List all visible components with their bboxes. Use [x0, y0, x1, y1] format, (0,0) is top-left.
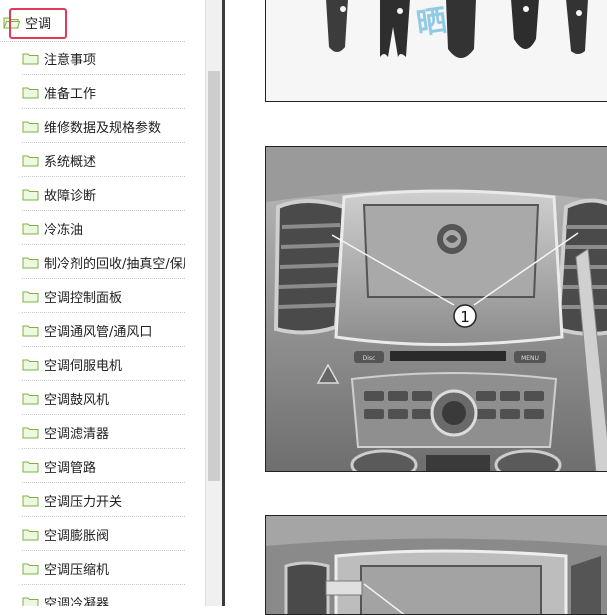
tree-item-label: 空调鼓风机: [44, 392, 110, 408]
folder-icon: [22, 256, 44, 269]
folder-icon: [22, 358, 44, 371]
tree-item-label: 空调滤清器: [44, 426, 110, 442]
folder-icon: [22, 324, 44, 337]
tree-item-label: 空调冷凝器: [44, 596, 110, 607]
folder-icon: [22, 494, 44, 507]
tree-item[interactable]: 冷冻油: [22, 211, 185, 245]
folder-icon: [22, 426, 44, 439]
folder-icon: [22, 528, 44, 541]
scrollbar-thumb[interactable]: [208, 71, 220, 481]
folder-icon: [22, 222, 44, 235]
tree-item-label: 空调膨胀阀: [44, 528, 110, 544]
tree-item[interactable]: 空调控制面板: [22, 279, 185, 313]
tree-item-label: 故障诊断: [44, 188, 97, 204]
tree-panel: 空调 注意事项 准备工作 维修数据及规格参数 系统概述 故障诊断 冷冻油 制冷剂的回收/抽真…: [0, 0, 205, 606]
folder-icon: [22, 120, 44, 133]
head-unit-illustration: 1 Disc MENU: [266, 147, 607, 471]
tree-item-label: 系统概述: [44, 154, 97, 170]
tree-item[interactable]: 空调通风管/通风口: [22, 313, 185, 347]
tree-item[interactable]: 制冷剂的回收/抽真空/保压/充: [22, 245, 185, 279]
disc-button-label: Disc: [363, 355, 376, 362]
folder-icon: [22, 596, 44, 606]
tree-item-label: 空调伺服电机: [44, 358, 123, 374]
tree-item[interactable]: 空调伺服电机: [22, 347, 185, 381]
tree-item[interactable]: 故障诊断: [22, 177, 185, 211]
tree-item-label: 空调通风管/通风口: [44, 324, 153, 340]
tree-item[interactable]: 系统概述: [22, 143, 185, 177]
tree-item[interactable]: 注意事项: [22, 41, 185, 75]
tree-item-label: 空调控制面板: [44, 290, 123, 306]
tree-item[interactable]: 准备工作: [22, 75, 185, 109]
folder-icon: [22, 460, 44, 473]
tree-item[interactable]: 维修数据及规格参数: [22, 109, 185, 143]
menu-button-label: MENU: [521, 355, 539, 362]
tree-item-label: 冷冻油: [44, 222, 84, 238]
tree-item-label: 空调压缩机: [44, 562, 110, 578]
folder-icon: [22, 562, 44, 575]
tree-item-label: 注意事项: [44, 52, 97, 68]
folder-icon: [22, 154, 44, 167]
tools-photo: 晒: [265, 0, 607, 102]
tree-item[interactable]: 空调管路: [22, 449, 185, 483]
tree-item-label: 维修数据及规格参数: [44, 120, 162, 136]
tree-item-label: 空调压力开关: [44, 494, 123, 510]
folder-icon: [22, 52, 44, 65]
tree-item-label: 空调管路: [44, 460, 97, 476]
document-view: 晒 1 Disc MENU: [225, 0, 607, 615]
dashboard-photo: 1 Disc MENU: [265, 146, 607, 472]
folder-icon: [22, 392, 44, 405]
tree-item[interactable]: 空调冷凝器: [22, 585, 185, 606]
tree-item-label: 准备工作: [44, 86, 97, 102]
head-unit-removal-illustration: [266, 516, 607, 614]
folder-icon: [22, 86, 44, 99]
tree-item[interactable]: 空调膨胀阀: [22, 517, 185, 551]
selection-highlight: [9, 8, 67, 39]
watermark-text: 晒: [414, 2, 451, 43]
vertical-scrollbar[interactable]: [205, 0, 222, 606]
dashboard-photo-2: [265, 515, 607, 615]
tree-item-label: 制冷剂的回收/抽真空/保压/充: [44, 256, 185, 272]
folder-icon: [22, 290, 44, 303]
tree-item[interactable]: 空调压缩机: [22, 551, 185, 585]
tree-item[interactable]: 空调鼓风机: [22, 381, 185, 415]
tree-item[interactable]: 空调滤清器: [22, 415, 185, 449]
callout-number: 1: [460, 308, 470, 326]
folder-icon: [22, 188, 44, 201]
tree-item[interactable]: 空调压力开关: [22, 483, 185, 517]
